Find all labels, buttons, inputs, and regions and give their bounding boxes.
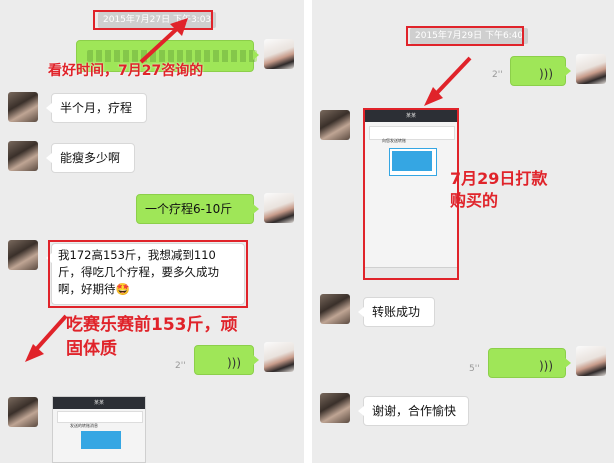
voice-message-bubble[interactable]: ))) [194, 345, 259, 375]
voice-duration: 5'' [469, 364, 480, 374]
avatar[interactable] [8, 240, 38, 270]
transfer-card [81, 431, 121, 449]
red-arrow-icon [139, 18, 188, 64]
avatar[interactable] [8, 92, 38, 122]
transfer-card [389, 148, 437, 176]
voice-wave-icon: ))) [538, 359, 553, 373]
phone-card-text: 发送的转账消息 [70, 423, 98, 428]
red-arrow-icon [25, 314, 68, 362]
annotation-text: 7月29日打款购买的 [450, 169, 548, 210]
transfer-card-fill [392, 151, 432, 171]
avatar[interactable] [320, 393, 350, 423]
voice-message-bubble[interactable]: ))) [488, 348, 571, 378]
avatar[interactable] [8, 397, 38, 427]
phone-input-bar [365, 267, 457, 278]
voice-wave-icon: ))) [226, 356, 241, 370]
message-bubble[interactable]: 半个月，疗程 [46, 93, 147, 123]
avatar[interactable] [576, 54, 606, 84]
phone-card-text: 向您发送转账 [382, 138, 406, 143]
avatar[interactable] [264, 193, 294, 223]
phone-title: 某某 [365, 110, 457, 122]
avatar[interactable] [264, 39, 294, 69]
timestamp-highlight-box [406, 26, 524, 46]
avatar[interactable] [576, 346, 606, 376]
red-arrow-icon [424, 56, 472, 106]
voice-duration: 2'' [175, 361, 186, 371]
message-bubble[interactable]: 一个疗程6-10斤 [136, 194, 259, 224]
avatar[interactable] [264, 342, 294, 372]
left-chat-panel: 2015年7月27日 下午3:03 看好时间，7月27咨询的 半个月，疗程 能瘦… [0, 0, 304, 463]
message-bubble[interactable]: 谢谢，合作愉快 [358, 396, 469, 426]
right-chat-panel: 2015年7月29日 下午6:40 2'' ))) 某某 向您发送转账 7月29… [312, 0, 614, 463]
phone-screenshot-image[interactable]: 某某 发送的转账消息 [52, 396, 146, 463]
avatar[interactable] [8, 141, 38, 171]
phone-title: 某某 [53, 397, 145, 409]
voice-duration: 2'' [492, 70, 503, 80]
phone-screenshot-image[interactable]: 某某 向您发送转账 [363, 108, 459, 280]
avatar[interactable] [320, 110, 350, 140]
message-bubble[interactable]: 转账成功 [358, 297, 435, 327]
message-highlight-box [48, 240, 248, 308]
phone-card: 向您发送转账 [369, 126, 455, 143]
voice-message-bubble[interactable]: ))) [510, 56, 571, 86]
phone-card: 发送的转账消息 [57, 411, 143, 428]
avatar[interactable] [320, 294, 350, 324]
voice-wave-icon: ))) [538, 67, 553, 81]
message-bubble[interactable]: 能瘦多少啊 [46, 143, 135, 173]
